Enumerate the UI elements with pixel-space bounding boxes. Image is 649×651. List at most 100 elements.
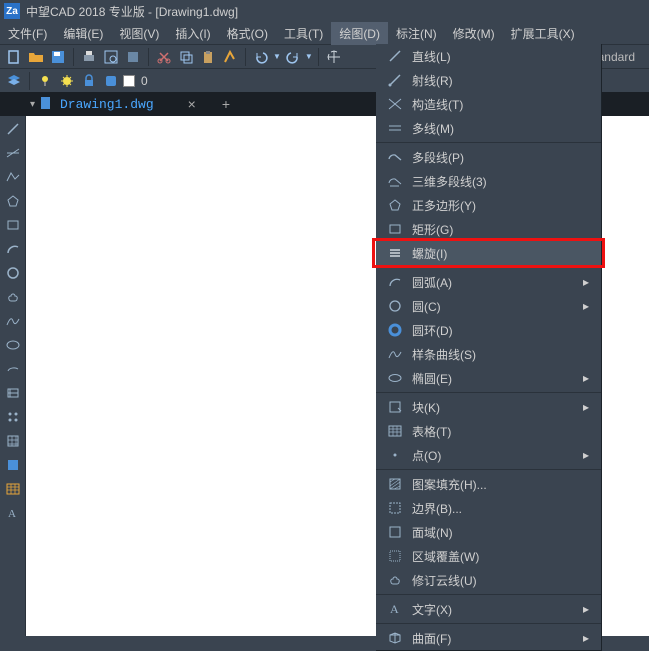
menu-item-3dpline[interactable]: 三维多段线(3) [376, 169, 601, 193]
layer-freeze-icon[interactable] [57, 71, 77, 91]
menu-item-polygon[interactable]: 正多边形(Y) [376, 193, 601, 217]
menu-item-xline[interactable]: 构造线(T) [376, 92, 601, 116]
menu-item[interactable]: 扩展工具(X) [503, 22, 583, 45]
menu-item-rectangle[interactable]: 矩形(G) [376, 217, 601, 241]
menu-item-label: 构造线(T) [412, 96, 589, 113]
menu-item[interactable]: 标注(N) [388, 22, 445, 45]
menu-item-label: 修订云线(U) [412, 572, 589, 589]
layer-swatch[interactable] [123, 75, 135, 87]
menu-item-spline[interactable]: 样条曲线(S) [376, 342, 601, 366]
menu-item-pline[interactable]: 多段线(P) [376, 145, 601, 169]
cut-icon[interactable] [154, 47, 174, 67]
rectangle-tool-icon[interactable] [3, 216, 23, 234]
menu-item[interactable]: 视图(V) [111, 22, 167, 45]
separator [29, 72, 30, 90]
table-tool-icon[interactable] [3, 480, 23, 498]
menu-item[interactable]: 插入(I) [167, 22, 218, 45]
polygon-tool-icon[interactable] [3, 192, 23, 210]
paste-icon[interactable] [198, 47, 218, 67]
undo-icon[interactable] [251, 47, 271, 67]
ellipse-arc-tool-icon[interactable] [3, 360, 23, 378]
menu-item-block[interactable]: 块(K)▸ [376, 395, 601, 419]
menu-item-text[interactable]: A文字(X)▸ [376, 597, 601, 621]
xline-icon [384, 96, 406, 112]
match-icon[interactable] [220, 47, 240, 67]
undo-dropdown-icon[interactable]: ▼ [273, 52, 281, 61]
layer-name[interactable]: 0 [141, 74, 148, 88]
menu-item-donut[interactable]: 圆环(D) [376, 318, 601, 342]
new-icon[interactable] [4, 47, 24, 67]
new-tab-button[interactable]: + [222, 96, 230, 112]
menu-item[interactable]: 修改(M) [445, 22, 503, 45]
menu-item-label: 曲面(F) [412, 630, 583, 647]
rectangle-icon [384, 221, 406, 237]
save-icon[interactable] [48, 47, 68, 67]
menu-item-hatch[interactable]: 图案填充(H)... [376, 472, 601, 496]
menu-item-label: 样条曲线(S) [412, 346, 589, 363]
hatch-tool-icon[interactable] [3, 432, 23, 450]
submenu-arrow-icon: ▸ [583, 299, 589, 313]
arc-tool-icon[interactable] [3, 240, 23, 258]
revcloud-icon [384, 572, 406, 588]
menu-item-ray[interactable]: 射线(R) [376, 68, 601, 92]
menu-item[interactable]: 编辑(E) [55, 22, 111, 45]
document-tab-active[interactable]: Drawing1.dwg × [30, 93, 204, 116]
menu-item-revcloud[interactable]: 修订云线(U) [376, 568, 601, 592]
menu-item[interactable]: 文件(F) [0, 22, 55, 45]
line-tool-icon[interactable] [3, 120, 23, 138]
pline-icon [384, 149, 406, 165]
menu-item-point[interactable]: 点(O)▸ [376, 443, 601, 467]
menu-separator [376, 392, 601, 393]
menu-item-surface[interactable]: 曲面(F)▸ [376, 626, 601, 650]
region-tool-icon[interactable] [3, 456, 23, 474]
layer-lock-icon[interactable] [79, 71, 99, 91]
xline-tool-icon[interactable] [3, 144, 23, 162]
pline-tool-icon[interactable] [3, 168, 23, 186]
ellipse-tool-icon[interactable] [3, 336, 23, 354]
revcloud-tool-icon[interactable] [3, 288, 23, 306]
menu-item-circle[interactable]: 圆(C)▸ [376, 294, 601, 318]
mtext-tool-icon[interactable]: A [3, 504, 23, 522]
open-icon[interactable] [26, 47, 46, 67]
menu-item-mline[interactable]: 多线(M) [376, 116, 601, 140]
circle-tool-icon[interactable] [3, 264, 23, 282]
menu-item-label: 块(K) [412, 399, 583, 416]
print-icon[interactable] [79, 47, 99, 67]
spline-tool-icon[interactable] [3, 312, 23, 330]
menu-item[interactable]: 绘图(D) [331, 22, 388, 45]
menu-item-helix[interactable]: 螺旋(I) [376, 241, 601, 265]
submenu-arrow-icon: ▸ [583, 631, 589, 645]
redo-icon[interactable] [283, 47, 303, 67]
menu-separator [376, 142, 601, 143]
layer-manager-icon[interactable] [4, 71, 24, 91]
menu-item-label: 区域覆盖(W) [412, 548, 589, 565]
window-title: 中望CAD 2018 专业版 - [Drawing1.dwg] [26, 3, 238, 20]
menu-item-wipeout[interactable]: 区域覆盖(W) [376, 544, 601, 568]
print-preview-icon[interactable] [101, 47, 121, 67]
separator [73, 48, 74, 66]
point-tool-icon[interactable] [3, 408, 23, 426]
pan-icon[interactable] [324, 47, 344, 67]
menu-item-label: 边界(B)... [412, 500, 589, 517]
submenu-arrow-icon: ▸ [583, 400, 589, 414]
layer-on-icon[interactable] [35, 71, 55, 91]
layer-color-icon[interactable] [101, 71, 121, 91]
menu-item[interactable]: 格式(O) [219, 22, 276, 45]
copy-icon[interactable] [176, 47, 196, 67]
menu-item-table[interactable]: 表格(T) [376, 419, 601, 443]
menu-item-label: 圆弧(A) [412, 274, 583, 291]
block-icon [384, 399, 406, 415]
menu-item[interactable]: 工具(T) [276, 22, 331, 45]
menu-item-line[interactable]: 直线(L) [376, 44, 601, 68]
mline-icon [384, 120, 406, 136]
publish-icon[interactable] [123, 47, 143, 67]
menu-item-boundary[interactable]: 边界(B)... [376, 496, 601, 520]
redo-dropdown-icon[interactable]: ▼ [305, 52, 313, 61]
separator [148, 48, 149, 66]
close-icon[interactable]: × [188, 96, 196, 112]
menu-item-region[interactable]: 面域(N) [376, 520, 601, 544]
menu-separator [376, 469, 601, 470]
menu-item-ellipse[interactable]: 椭圆(E)▸ [376, 366, 601, 390]
block-tool-icon[interactable] [3, 384, 23, 402]
menu-item-arc[interactable]: 圆弧(A)▸ [376, 270, 601, 294]
